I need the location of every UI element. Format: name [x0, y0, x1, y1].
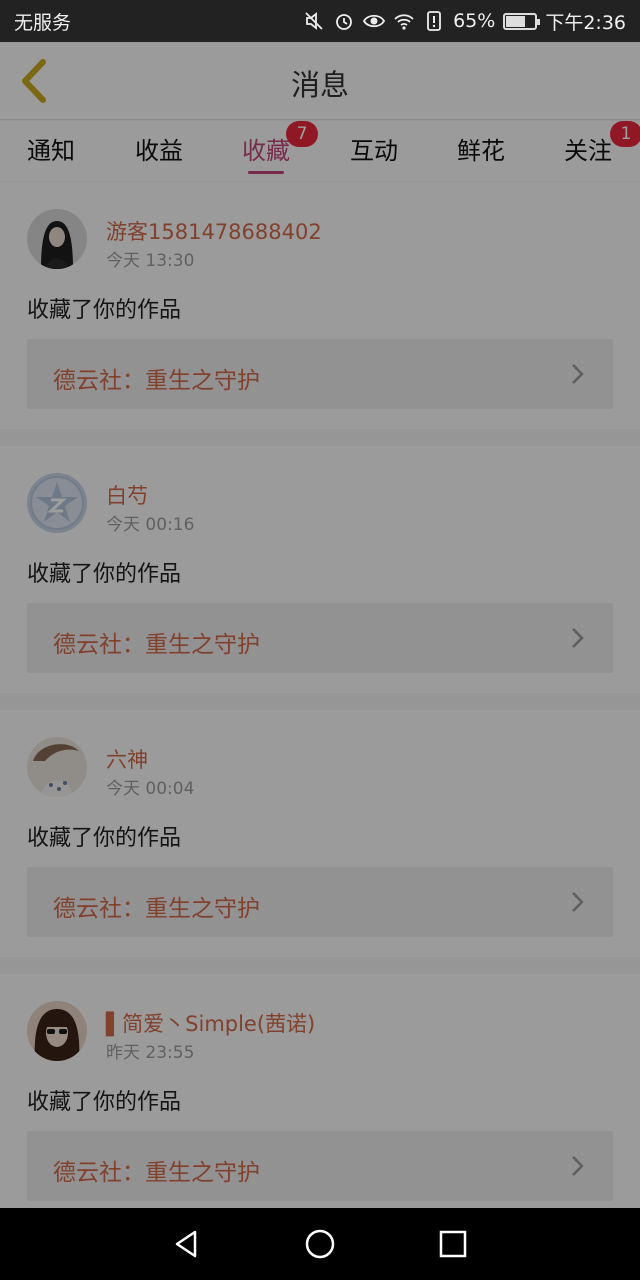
user-name[interactable]: ▌简爱丶Simple(茜诺) — [106, 1008, 315, 1038]
avatar[interactable] — [27, 1001, 87, 1061]
eye-icon — [363, 10, 386, 32]
timestamp: 今天 13:30 — [106, 251, 195, 271]
action-text: 收藏了你的作品 — [27, 298, 182, 323]
tab-interaction[interactable]: 互动 — [334, 131, 414, 166]
timestamp: 今天 00:16 — [106, 515, 195, 535]
work-title: 德云社：重生之守护 — [53, 1160, 260, 1186]
work-link[interactable]: 德云社：重生之守护 — [27, 603, 613, 673]
battery-level — [506, 15, 525, 27]
clock: 下午2:36 — [545, 11, 626, 34]
notification-card: 六神 今天 00:04 收藏了你的作品 德云社：重生之守护 — [0, 710, 640, 957]
nav-back-button[interactable] — [157, 1214, 217, 1274]
battery-percent: 65% — [453, 10, 496, 32]
tab-label: 互动 — [350, 137, 398, 165]
chevron-right-icon — [572, 892, 584, 912]
status-bar: 无服务 65% 下午2:36 — [0, 0, 640, 42]
notification-card: 游客1581478688402 今天 13:30 收藏了你的作品 德云社：重生之… — [0, 182, 640, 429]
back-triangle-icon — [175, 1230, 196, 1258]
tab-bar: 通知 收益 收藏 7 互动 鲜花 关注 1 — [0, 121, 640, 181]
wifi-icon — [393, 10, 415, 32]
notification-card: 白芍 今天 00:16 收藏了你的作品 德云社：重生之守护 — [0, 446, 640, 693]
tab-favorites[interactable]: 收藏 7 — [226, 121, 318, 174]
work-title: 德云社：重生之守护 — [53, 368, 260, 394]
work-link[interactable]: 德云社：重生之守护 — [27, 867, 613, 937]
work-link[interactable]: 德云社：重生之守护 — [27, 1131, 613, 1201]
avatar[interactable] — [27, 209, 87, 269]
action-text: 收藏了你的作品 — [27, 826, 182, 851]
tab-label: 关注 — [564, 137, 612, 165]
tab-label: 收益 — [135, 137, 183, 165]
action-text: 收藏了你的作品 — [27, 562, 182, 587]
active-tab-indicator — [248, 171, 284, 174]
user-name[interactable]: 白芍 — [106, 480, 148, 510]
home-circle-icon — [305, 1229, 335, 1259]
notification-card: ▌简爱丶Simple(茜诺) 昨天 23:55 收藏了你的作品 德云社：重生之守… — [0, 974, 640, 1221]
battery-icon — [503, 12, 541, 30]
nav-recents-button[interactable] — [423, 1214, 483, 1274]
tab-label: 鲜花 — [457, 137, 505, 165]
timestamp: 昨天 23:55 — [106, 1043, 195, 1063]
timestamp: 今天 00:04 — [106, 779, 195, 799]
nav-home-button[interactable] — [290, 1214, 350, 1274]
user-name[interactable]: 游客1581478688402 — [106, 216, 322, 246]
unread-badge: 7 — [286, 121, 318, 147]
work-title: 德云社：重生之守护 — [53, 632, 260, 658]
status-icons: 65% 下午2:36 — [303, 8, 626, 35]
chevron-right-icon — [572, 364, 584, 384]
unread-badge: 1 — [610, 121, 640, 147]
tab-earnings[interactable]: 收益 — [119, 131, 199, 166]
tab-label: 通知 — [27, 137, 75, 165]
user-name[interactable]: 六神 — [106, 744, 148, 774]
recents-square-icon — [440, 1230, 467, 1258]
page-title: 消息 — [290, 68, 349, 102]
avatar[interactable] — [27, 473, 87, 533]
tab-flowers[interactable]: 鲜花 — [441, 131, 521, 166]
chevron-right-icon — [572, 1156, 584, 1176]
carrier-label: 无服务 — [14, 11, 72, 34]
work-link[interactable]: 德云社：重生之守护 — [27, 339, 613, 409]
chevron-right-icon — [572, 628, 584, 648]
system-nav-bar — [0, 1208, 640, 1280]
mute-icon — [303, 10, 325, 32]
tab-label: 收藏 — [242, 137, 290, 165]
tab-notice[interactable]: 通知 — [11, 131, 91, 166]
action-text: 收藏了你的作品 — [27, 1090, 182, 1115]
work-title: 德云社：重生之守护 — [53, 896, 260, 922]
alarm-icon — [333, 10, 355, 32]
tab-follow[interactable]: 关注 1 — [548, 121, 640, 166]
header: 消息 — [0, 42, 640, 120]
avatar[interactable] — [27, 737, 87, 797]
sim-alert-icon — [423, 10, 445, 32]
